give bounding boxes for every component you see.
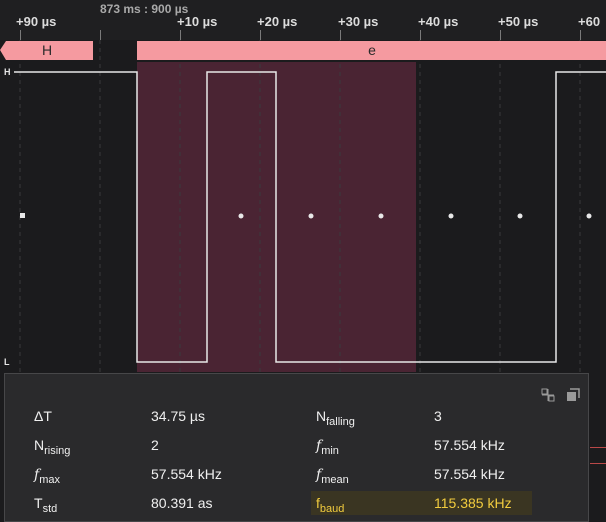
segment-label-h: H bbox=[41, 42, 53, 58]
t-std-label: Tstd bbox=[34, 495, 58, 515]
sample-dot bbox=[20, 213, 25, 218]
f-min-value: 57.554 kHz bbox=[434, 437, 505, 453]
delta-t-value: 34.75 µs bbox=[151, 408, 205, 424]
n-rising-label: Nrising bbox=[34, 437, 71, 457]
sample-dot bbox=[586, 213, 592, 219]
sample-dot bbox=[448, 213, 454, 219]
f-max-label: fmax bbox=[34, 467, 60, 486]
level-high-label: H bbox=[4, 67, 11, 77]
f-max-value: 57.554 kHz bbox=[151, 466, 222, 482]
red-marker-line bbox=[590, 447, 606, 448]
f-min-label: fmin bbox=[316, 438, 339, 457]
t-std-value: 80.391 as bbox=[151, 495, 213, 511]
popout-icon[interactable] bbox=[566, 388, 580, 402]
f-mean-label: fmean bbox=[316, 467, 349, 486]
sample-dot bbox=[378, 213, 384, 219]
sample-dot bbox=[308, 213, 314, 219]
split-view-icon[interactable] bbox=[541, 388, 555, 402]
delta-t-label: ΔT bbox=[34, 408, 52, 424]
n-falling-value: 3 bbox=[434, 408, 442, 424]
f-baud-value: 115.385 kHz bbox=[434, 495, 512, 511]
sample-dot bbox=[238, 213, 244, 219]
f-mean-value: 57.554 kHz bbox=[434, 466, 505, 482]
sample-dot bbox=[517, 213, 523, 219]
red-marker-line bbox=[590, 463, 606, 464]
segment-label-e: e bbox=[368, 42, 376, 58]
n-rising-value: 2 bbox=[151, 437, 159, 453]
measurement-panel: ΔT 34.75 µs Nfalling 3 Nrising 2 fmin 57… bbox=[4, 373, 589, 522]
n-falling-label: Nfalling bbox=[316, 408, 355, 428]
f-baud-label: fbaud bbox=[316, 495, 345, 515]
level-low-label: L bbox=[4, 357, 10, 367]
